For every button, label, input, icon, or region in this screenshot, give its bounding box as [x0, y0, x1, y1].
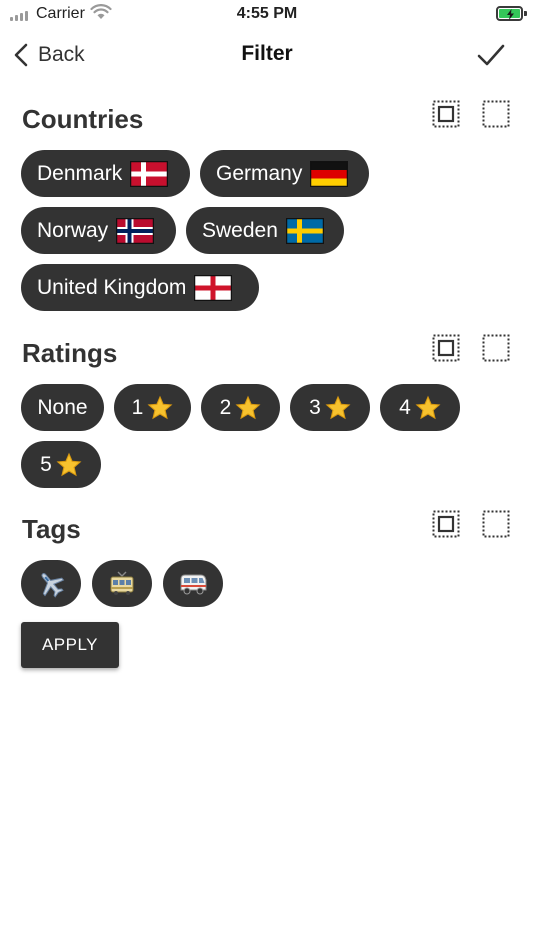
ratings-deselect-all-icon[interactable]	[482, 334, 510, 362]
minibus-icon	[180, 574, 207, 594]
chip-country-united-kingdom[interactable]: United Kingdom	[21, 264, 259, 311]
chip-label: Sweden	[202, 218, 278, 242]
chip-rating-none[interactable]: None	[21, 384, 104, 431]
chip-label: 2	[219, 395, 232, 419]
chip-label: 5	[40, 452, 52, 476]
chip-country-germany[interactable]: Germany	[200, 150, 369, 197]
chip-rating-5[interactable]: 5	[21, 441, 101, 488]
chip-tag-airplane[interactable]	[21, 560, 81, 607]
chip-rating-1[interactable]: 1	[114, 384, 191, 431]
ratings-select-all-icon[interactable]	[432, 334, 460, 362]
ratings-section-title: Ratings	[22, 338, 118, 368]
star-icon	[325, 395, 351, 421]
chip-country-sweden[interactable]: Sweden	[186, 207, 344, 254]
chip-label: Germany	[216, 161, 303, 185]
countries-select-all-icon[interactable]	[432, 100, 460, 128]
back-button-label: Back	[38, 43, 85, 66]
tram-icon	[110, 571, 134, 595]
chip-label: 1	[131, 395, 144, 419]
chip-tag-minibus[interactable]	[163, 560, 223, 607]
chip-rating-3[interactable]: 3	[290, 384, 370, 431]
chip-rating-4[interactable]: 4	[380, 384, 460, 431]
status-bar: Carrier 4:55 PM	[0, 0, 534, 28]
chip-label: Norway	[37, 218, 109, 242]
star-icon	[235, 395, 261, 421]
tags-section-title: Tags	[22, 514, 81, 544]
chip-label: 3	[309, 395, 321, 419]
back-button[interactable]: Back	[14, 40, 85, 70]
chip-country-norway[interactable]: Norway	[21, 207, 176, 254]
chip-label: Denmark	[37, 161, 123, 185]
england-flag-icon	[194, 274, 233, 301]
chip-label: 4	[399, 395, 411, 419]
battery-tip	[524, 11, 527, 16]
chip-rating-2[interactable]: 2	[201, 384, 280, 431]
chevron-left-icon	[14, 43, 28, 67]
countries-deselect-all-icon[interactable]	[482, 100, 510, 128]
checkmark-icon[interactable]	[476, 42, 506, 68]
chip-label: None	[37, 395, 88, 419]
star-icon	[147, 395, 173, 421]
sweden-flag-icon	[285, 217, 324, 244]
norway-flag-icon	[116, 217, 155, 244]
status-time: 4:55 PM	[236, 5, 298, 22]
chip-tag-tram[interactable]	[92, 560, 152, 607]
star-icon	[415, 395, 441, 421]
germany-flag-icon	[310, 160, 349, 187]
apply-button[interactable]: APPLY	[21, 622, 119, 668]
tags-select-all-icon[interactable]	[432, 510, 460, 538]
battery-charging-icon	[496, 6, 523, 21]
chip-country-denmark[interactable]: Denmark	[21, 150, 190, 197]
tags-deselect-all-icon[interactable]	[482, 510, 510, 538]
chip-label: United Kingdom	[37, 275, 187, 299]
airplane-icon	[41, 572, 65, 598]
countries-section-title: Countries	[22, 104, 144, 134]
denmark-flag-icon	[130, 160, 169, 187]
navigation-bar: Back Filter	[0, 28, 534, 82]
star-icon	[56, 452, 82, 478]
